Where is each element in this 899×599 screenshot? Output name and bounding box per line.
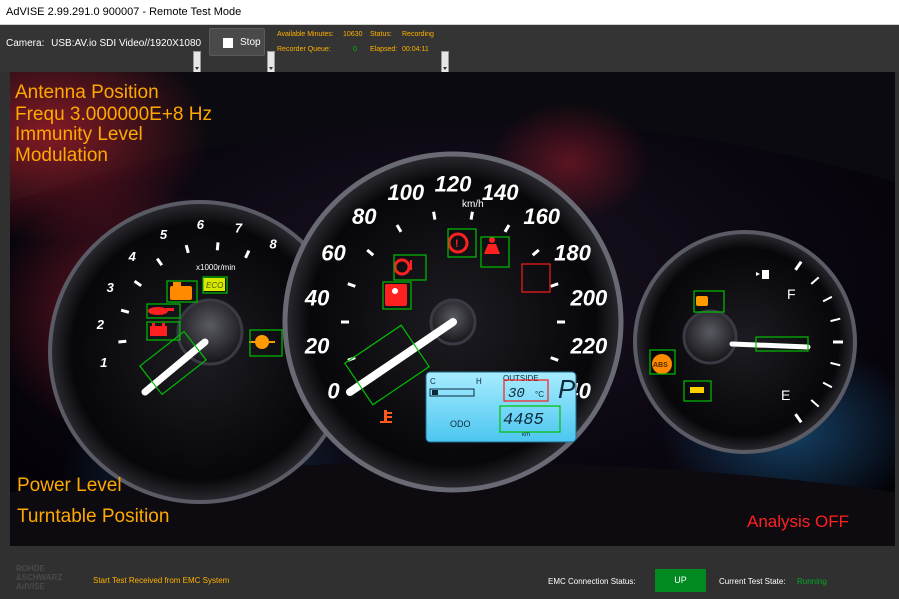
available-minutes-label: Available Minutes: [277, 31, 334, 38]
speed-label: 0 [327, 379, 340, 404]
power-level-label: Power Level [17, 475, 122, 496]
current-test-state-value: Running [797, 577, 827, 586]
odometer-label: ODO [450, 419, 471, 429]
camera-label: Camera: [6, 38, 45, 49]
speed-label: 80 [352, 204, 377, 229]
odometer-value: 4485 [503, 411, 544, 430]
status-value: Recording [402, 31, 434, 38]
glow-plug-icon [696, 296, 708, 306]
svg-text:!: ! [455, 238, 459, 250]
rpm-label: 4 [128, 249, 137, 264]
rpm-tick [215, 242, 220, 251]
rpm-label: 1 [100, 355, 107, 370]
rpm-tick [120, 308, 130, 314]
title-bar: AdVISE 2.99.291.0 900007 - Remote Test M… [0, 0, 899, 25]
camera-spinner[interactable] [193, 51, 201, 73]
window-title: AdVISE 2.99.291.0 900007 - Remote Test M… [6, 6, 242, 18]
temp-cold-label: C [430, 377, 436, 386]
logo-line: AdVISE [16, 582, 45, 591]
speed-label: 20 [304, 334, 330, 359]
rpm-label: 5 [160, 227, 168, 242]
logo-line: &SCHWARZ [16, 573, 63, 582]
airbag-warning-icon [385, 284, 407, 306]
speed-tick [469, 211, 474, 220]
antenna-position-label: Antenna Position [15, 82, 159, 103]
logo-line: ROHDE [16, 564, 45, 573]
temp-hot-label: H [476, 377, 482, 386]
rpm-tick [184, 244, 190, 254]
toolbar: Camera: USB:AV.io SDI Video//1920X1080 S… [0, 25, 899, 73]
fuel-needle [729, 341, 811, 350]
svg-text:ECO: ECO [206, 281, 223, 290]
rpm-tick [118, 339, 127, 344]
camera-value: USB:AV.io SDI Video//1920X1080 [51, 38, 202, 49]
speed-label: 160 [523, 204, 560, 229]
fog-light-icon [690, 387, 704, 393]
rohde-schwarz-logo: ROHDE &SCHWARZ AdVISE [16, 564, 62, 591]
camera-selector[interactable]: Camera: USB:AV.io SDI Video//1920X1080 [6, 38, 201, 49]
speed-unit: km/h [462, 199, 484, 210]
recorder-queue-label: Recorder Queue: [277, 46, 331, 53]
current-test-state-label: Current Test State: [719, 577, 786, 586]
elapsed-label: Elapsed: [370, 46, 398, 53]
stats-spinner[interactable] [441, 51, 449, 73]
outside-temperature: 30 [508, 386, 525, 402]
eco-indicator: ECO [203, 278, 225, 291]
fuel-empty-label: E [781, 387, 790, 403]
test-message: Start Test Received from EMC System [93, 576, 230, 585]
available-minutes-value: 10630 [343, 31, 363, 38]
speed-label: 140 [482, 180, 519, 205]
speed-label: 200 [570, 286, 608, 311]
gear-indicator: P [558, 374, 576, 404]
rpm-label: 2 [96, 317, 105, 332]
status-label: Status: [370, 31, 392, 38]
speed-label: 40 [304, 286, 330, 311]
immunity-level-label: Immunity Level [15, 124, 143, 145]
frequency-label: Frequ 3.000000E+8 Hz [15, 104, 212, 125]
speed-label: 100 [387, 180, 424, 205]
elapsed-value: 00:04:11 [402, 46, 429, 53]
emc-connection-label: EMC Connection Status: [548, 577, 636, 586]
status-bar: ROHDE &SCHWARZ AdVISE Start Test Received … [0, 546, 899, 599]
stop-button[interactable]: Stop [209, 28, 265, 56]
turntable-position-label: Turntable Position [17, 506, 170, 527]
speed-tick [432, 211, 437, 220]
emc-connection-badge: UP [655, 569, 706, 592]
speed-label: 60 [321, 241, 346, 266]
stop-icon [223, 38, 233, 48]
stop-spinner[interactable] [267, 51, 275, 73]
fuel-full-label: F [787, 286, 796, 302]
rpm-label: 7 [235, 220, 243, 235]
rpm-label: 8 [269, 236, 277, 251]
advise-window: AdVISE 2.99.291.0 900007 - Remote Test M… [0, 0, 899, 599]
modulation-label: Modulation [15, 145, 108, 166]
odometer-unit: km [522, 432, 530, 438]
speed-label: 180 [554, 241, 591, 266]
recorder-queue-value: 0 [353, 46, 357, 53]
rpm-label: 6 [197, 217, 205, 232]
speed-label: 120 [435, 172, 472, 197]
svg-text:ABS: ABS [653, 362, 668, 369]
stop-label: Stop [240, 37, 261, 48]
outside-label: OUTSIDE [503, 374, 539, 383]
rpm-label: 3 [107, 280, 115, 295]
temperature-unit: °C [535, 390, 544, 399]
rpm-unit: x1000r/min [196, 263, 236, 272]
speed-label: 220 [570, 334, 608, 359]
abs-warning-icon: ABS [652, 354, 672, 374]
analysis-status: Analysis OFF [747, 512, 850, 531]
camera-video-feed: 1 2 3 4 5 6 7 8 x1000r/min 0 20 40 60 80 100 120 140 160… [10, 72, 895, 546]
